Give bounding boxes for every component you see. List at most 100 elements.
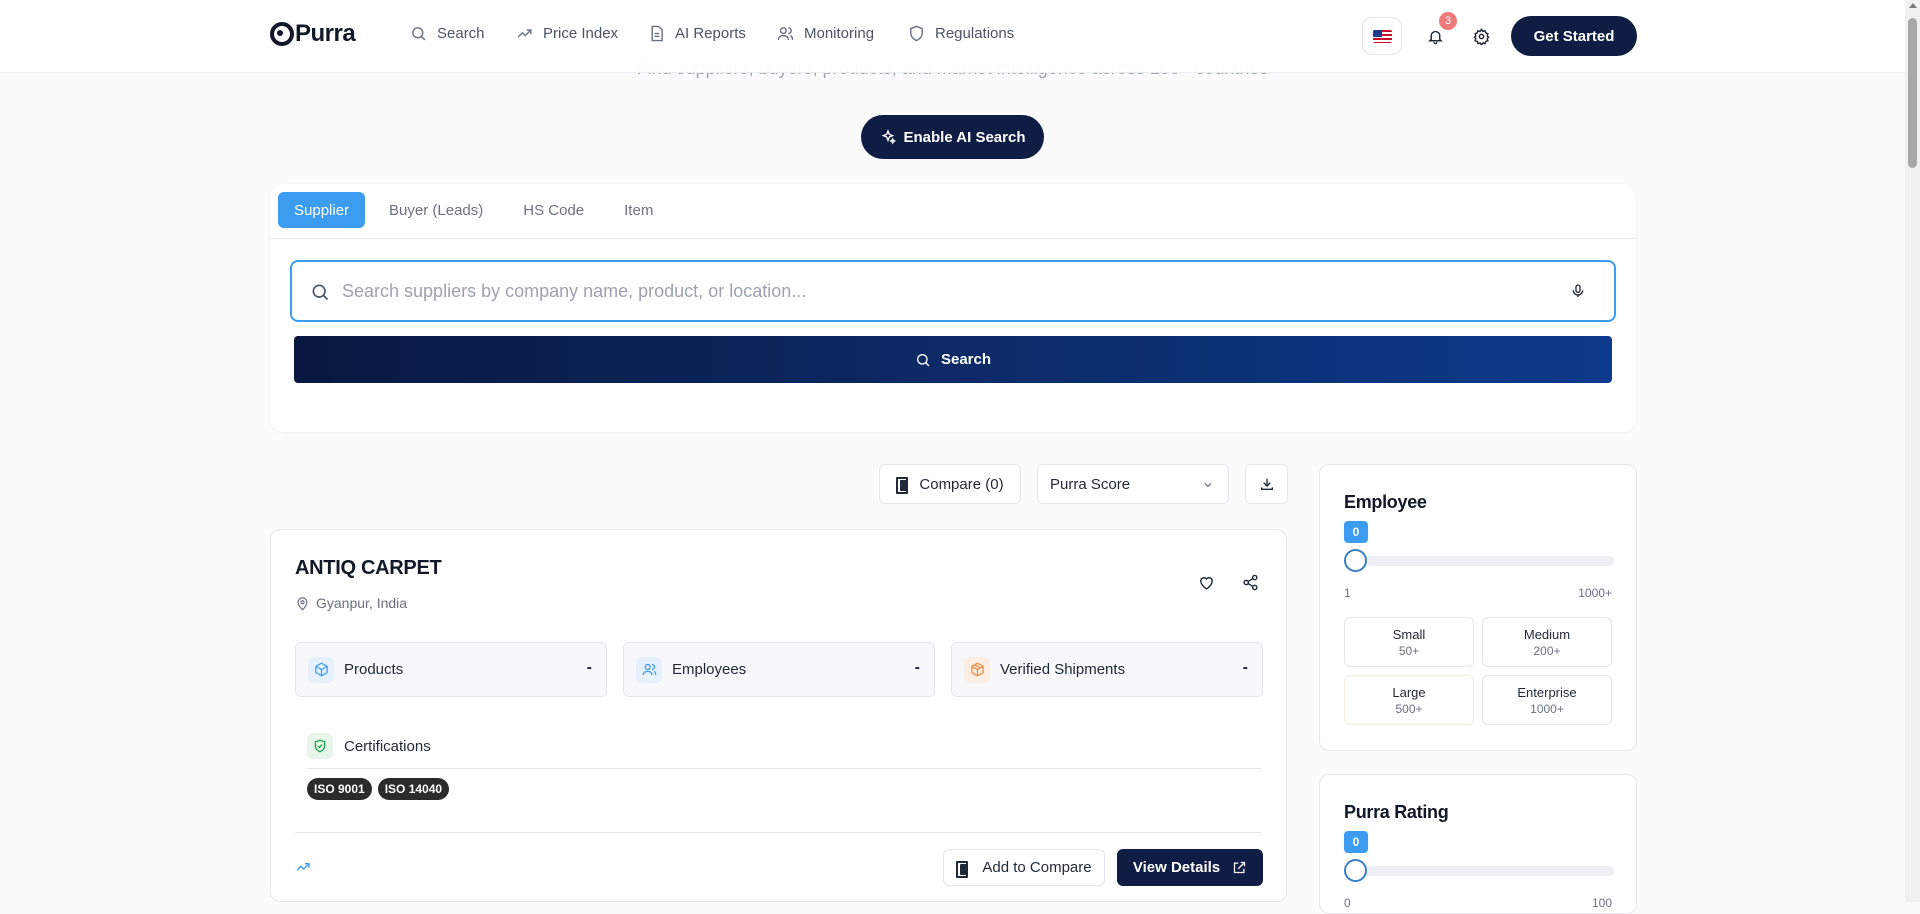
stat-verified-shipments: Verified Shipments - — [951, 642, 1263, 697]
employee-filter: Employee 0 1 1000+ Small 50+ Medium 200+… — [1319, 464, 1637, 751]
bell-icon — [1427, 28, 1444, 45]
nav-search-label: Search — [437, 25, 485, 42]
search-icon — [410, 25, 427, 42]
certification-tags: ISO 9001 ISO 14040 — [307, 778, 450, 800]
download-button[interactable] — [1245, 464, 1288, 504]
enable-ai-search-button[interactable]: Enable AI Search — [861, 115, 1044, 159]
employee-value-bubble: 0 — [1344, 521, 1368, 543]
shield-icon — [908, 25, 925, 42]
trending-up-icon — [295, 859, 311, 875]
cube-icon — [308, 656, 334, 683]
search-tabs: Supplier Buyer (Leads) HS Code Item — [278, 192, 669, 228]
nav-price-index[interactable]: Price Index — [516, 25, 618, 42]
size-option-count: 500+ — [1395, 701, 1423, 716]
rating-range-min: 0 — [1344, 896, 1351, 910]
scrollbar-thumb[interactable] — [1908, 18, 1917, 168]
card-divider — [295, 832, 1262, 833]
sort-value: Purra Score — [1050, 475, 1131, 493]
size-option-name: Medium — [1523, 626, 1571, 642]
stat-label: Products — [344, 661, 404, 678]
rating-value-bubble: 0 — [1344, 831, 1368, 853]
certification-badge: ISO 9001 — [307, 778, 372, 800]
size-option-large[interactable]: Large 500+ — [1344, 675, 1474, 725]
search-button[interactable]: Search — [294, 336, 1612, 383]
trending-up-icon — [516, 25, 533, 42]
add-to-compare-label: Add to Compare — [982, 859, 1092, 876]
heart-icon — [1198, 574, 1218, 591]
nav-price-index-label: Price Index — [543, 25, 619, 42]
nav-regulations-label: Regulations — [935, 25, 1015, 42]
view-details-button[interactable]: View Details — [1117, 849, 1263, 886]
supplier-card: ANTIQ CARPET Gyanpur, India Products - E… — [270, 529, 1287, 902]
tabs-divider — [270, 238, 1636, 239]
enable-ai-search-label: Enable AI Search — [903, 128, 1026, 146]
nav-search[interactable]: Search — [410, 25, 485, 42]
search-input[interactable] — [342, 270, 1542, 312]
nav-regulations[interactable]: Regulations — [908, 25, 1014, 42]
microphone-icon[interactable] — [1570, 283, 1586, 299]
compare-button[interactable]: Compare (0) — [879, 464, 1021, 504]
logo-text: Purra — [295, 20, 356, 47]
certifications-header: Certifications — [307, 733, 431, 759]
document-icon — [648, 25, 665, 42]
language-selector[interactable] — [1362, 17, 1402, 55]
tab-buyer-leads[interactable]: Buyer (Leads) — [373, 192, 499, 228]
share-icon — [1242, 574, 1262, 591]
get-started-button[interactable]: Get Started — [1511, 16, 1637, 56]
add-to-compare-button[interactable]: Add to Compare — [943, 849, 1105, 886]
page-scrollbar[interactable] — [1905, 0, 1920, 902]
employee-filter-title: Employee — [1344, 492, 1427, 512]
tab-supplier[interactable]: Supplier — [278, 192, 366, 228]
users-icon — [636, 656, 662, 683]
employee-slider-thumb[interactable] — [1344, 549, 1367, 572]
size-option-medium[interactable]: Medium 200+ — [1482, 617, 1612, 667]
company-name[interactable]: ANTIQ CARPET — [295, 557, 442, 580]
stat-employees: Employees - — [623, 642, 935, 697]
rating-slider-thumb[interactable] — [1344, 859, 1367, 882]
chevron-down-icon — [1202, 479, 1214, 491]
gear-icon — [1472, 27, 1490, 45]
map-pin-icon — [295, 596, 310, 611]
rating-slider-track[interactable] — [1348, 866, 1614, 876]
tab-item[interactable]: Item — [608, 192, 669, 228]
search-icon — [310, 282, 330, 302]
employee-range-min: 1 — [1344, 586, 1351, 600]
nav-monitoring[interactable]: Monitoring — [777, 25, 874, 42]
certifications-label: Certifications — [344, 737, 431, 755]
stat-label: Employees — [672, 661, 747, 678]
purra-rating-title: Purra Rating — [1344, 802, 1449, 822]
compare-label: Compare (0) — [919, 475, 1004, 493]
stat-products: Products - — [295, 642, 607, 697]
scroll-up-arrow-icon[interactable] — [1908, 3, 1917, 8]
logo[interactable]: Purra — [270, 20, 356, 48]
users-icon — [777, 25, 794, 42]
sparkle-icon — [880, 129, 896, 145]
settings-button[interactable] — [1470, 25, 1492, 47]
share-button[interactable] — [1242, 574, 1262, 594]
location-text: Gyanpur, India — [316, 595, 408, 611]
shield-check-icon — [307, 733, 333, 759]
download-icon — [1259, 476, 1275, 492]
favorite-button[interactable] — [1198, 574, 1218, 594]
stat-label: Verified Shipments — [1000, 661, 1126, 678]
sort-select[interactable]: Purra Score — [1037, 464, 1229, 504]
logo-icon — [270, 22, 294, 46]
rating-range-max: 100 — [1591, 896, 1612, 910]
size-option-small[interactable]: Small 50+ — [1344, 617, 1474, 667]
employee-range-max: 1000+ — [1578, 586, 1612, 600]
employee-slider-track[interactable] — [1348, 556, 1614, 566]
notification-count-badge: 3 — [1439, 12, 1457, 30]
nav-ai-reports[interactable]: AI Reports — [648, 25, 746, 42]
external-link-icon — [1232, 860, 1247, 875]
tab-hs-code[interactable]: HS Code — [507, 192, 600, 228]
compare-icon — [956, 860, 970, 878]
nav-ai-reports-label: AI Reports — [675, 25, 746, 42]
size-option-enterprise[interactable]: Enterprise 1000+ — [1482, 675, 1612, 725]
package-icon — [964, 656, 990, 683]
search-button-label: Search — [940, 351, 992, 368]
us-flag-icon — [1372, 29, 1392, 43]
certifications-divider — [307, 768, 1262, 769]
size-option-name: Small — [1392, 626, 1426, 642]
view-details-label: View Details — [1132, 859, 1221, 876]
size-option-name: Enterprise — [1517, 684, 1577, 700]
